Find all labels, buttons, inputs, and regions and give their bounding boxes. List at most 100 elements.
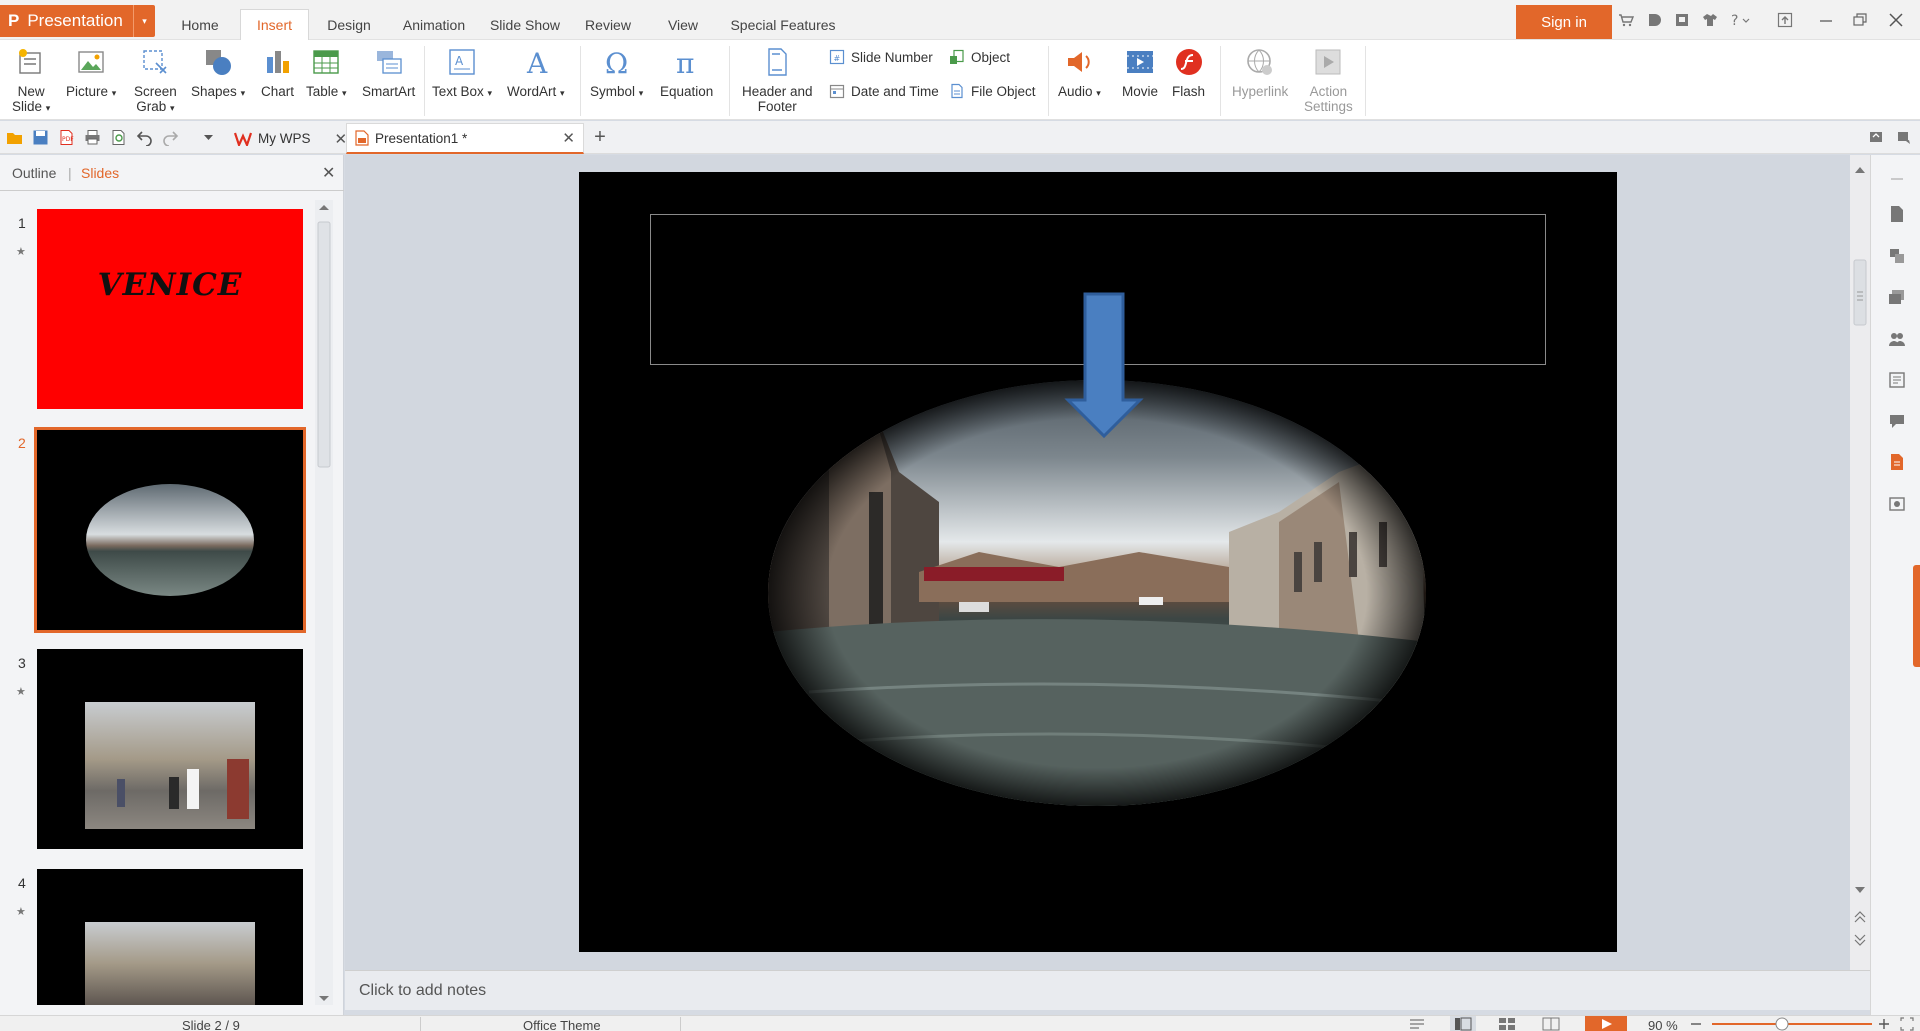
st-marks-basilica-photo (85, 922, 255, 1005)
file-object-button[interactable]: File Object (948, 83, 1036, 99)
redo-icon[interactable] (162, 129, 179, 146)
document-orange-icon[interactable] (1888, 453, 1906, 471)
symbol-button[interactable]: Ω Symbol ▾ (590, 46, 643, 101)
play-slideshow-icon[interactable] (1585, 1016, 1627, 1031)
close-window-icon[interactable] (1888, 12, 1904, 28)
zoom-slider[interactable] (1712, 1016, 1872, 1031)
new-document-icon[interactable] (1888, 205, 1906, 223)
wordart-button[interactable]: A WordArt ▾ (507, 46, 565, 101)
ribbon-separator (1048, 46, 1049, 116)
print-preview-icon[interactable] (110, 129, 127, 146)
zoom-out-icon[interactable] (1690, 1016, 1702, 1031)
text-box-button[interactable]: A Text Box ▾ (432, 46, 492, 101)
date-time-button[interactable]: Date and Time (828, 83, 939, 99)
restore-icon[interactable] (1852, 12, 1868, 28)
svg-text:Ω: Ω (605, 47, 628, 77)
ribbon-toggle-icon[interactable] (1868, 129, 1885, 146)
picture-button[interactable]: Picture ▾ (66, 46, 116, 101)
save-icon[interactable] (32, 129, 49, 146)
help-icon[interactable]: ? (1730, 12, 1754, 28)
flash-button[interactable]: Flash (1172, 46, 1205, 99)
tab-review[interactable]: Review (576, 9, 640, 40)
screen-grab-button[interactable]: Screen Grab ▾ (134, 46, 177, 116)
editor-scrollbar[interactable] (1850, 155, 1870, 970)
smartart-button[interactable]: SmartArt (362, 46, 415, 99)
zoom-level[interactable]: 90 % (1648, 1018, 1678, 1031)
backup-icon[interactable] (1888, 495, 1906, 513)
hyperlink-button[interactable]: Hyperlink (1232, 46, 1288, 99)
close-presentation-tab-icon[interactable]: ✕ (562, 129, 575, 147)
notes-toggle-icon[interactable] (1408, 1017, 1426, 1031)
shirt-icon[interactable] (1702, 12, 1718, 28)
export-pdf-icon[interactable]: PDF (58, 129, 75, 146)
new-slide-icon (15, 46, 47, 78)
tab-slides[interactable]: Slides (81, 165, 119, 181)
open-folder-icon[interactable] (6, 129, 23, 146)
tab-animation[interactable]: Animation (394, 9, 474, 40)
header-footer-button[interactable]: Header and Footer (742, 46, 813, 114)
audio-button[interactable]: Audio ▾ (1058, 46, 1101, 101)
status-separator (420, 1017, 421, 1031)
properties-icon[interactable] (1888, 371, 1906, 389)
slides-pane-scrollbar[interactable] (315, 200, 333, 1005)
table-icon (310, 46, 342, 78)
fit-window-icon[interactable] (1900, 1016, 1914, 1031)
new-slide-button[interactable]: New Slide ▾ (12, 46, 50, 116)
app-menu-dropdown-icon[interactable]: ▾ (133, 5, 155, 37)
reading-view-icon[interactable] (1542, 1017, 1560, 1031)
object-icon (948, 49, 966, 65)
tab-special-features[interactable]: Special Features (726, 9, 840, 40)
object-button[interactable]: Object (948, 49, 1010, 65)
table-button[interactable]: Table ▾ (306, 46, 347, 101)
normal-view-icon[interactable] (1450, 1016, 1476, 1031)
skin-icon[interactable] (1646, 12, 1662, 28)
animation-star-icon: ★ (16, 686, 26, 698)
slide-thumbnail-3[interactable] (37, 649, 303, 849)
movie-button[interactable]: Movie (1122, 46, 1158, 99)
feedback-icon[interactable] (1674, 12, 1690, 28)
minus-icon[interactable] (1888, 170, 1906, 188)
tab-slide-show[interactable]: Slide Show (484, 9, 566, 40)
upload-icon[interactable] (1777, 12, 1793, 28)
close-pane-icon[interactable]: ✕ (322, 163, 335, 183)
template-icon[interactable] (1888, 247, 1906, 265)
slide-thumbnail-4[interactable] (37, 869, 303, 1005)
slide-sorter-icon[interactable] (1498, 1017, 1516, 1031)
zoom-in-icon[interactable] (1878, 1016, 1890, 1031)
movie-icon (1124, 46, 1156, 78)
tab-my-wps[interactable]: My WPS ✕ (228, 123, 353, 154)
customize-toolbar-icon[interactable] (200, 129, 217, 146)
users-icon[interactable] (1888, 330, 1906, 348)
cart-icon[interactable] (1618, 12, 1634, 28)
slide-thumbnail-2[interactable] (34, 427, 306, 633)
slide-editor (345, 155, 1850, 970)
tab-insert[interactable]: Insert (240, 9, 309, 40)
undo-icon[interactable] (136, 129, 153, 146)
add-tab-icon[interactable]: + (590, 126, 610, 148)
status-separator (680, 1017, 681, 1031)
tab-home[interactable]: Home (170, 9, 230, 40)
options-icon[interactable] (1896, 129, 1913, 146)
tab-view[interactable]: View (652, 9, 714, 40)
hyperlink-icon (1244, 46, 1276, 78)
shapes-button[interactable]: Shapes ▾ (191, 46, 245, 101)
action-settings-button[interactable]: Action Settings (1304, 46, 1353, 114)
tab-presentation1[interactable]: Presentation1 * ✕ (346, 123, 584, 154)
slide-number-button[interactable]: # Slide Number (828, 49, 933, 65)
app-menu-button[interactable]: P Presentation ▾ (0, 5, 155, 37)
chart-button[interactable]: Chart (261, 46, 294, 99)
minimize-icon[interactable] (1818, 12, 1834, 28)
comment-icon[interactable] (1888, 412, 1906, 430)
slide-thumbnail-1[interactable]: VENICE (37, 209, 303, 409)
side-panel-handle[interactable] (1913, 565, 1920, 667)
notes-area[interactable]: Click to add notes (345, 970, 1870, 1010)
tab-design[interactable]: Design (318, 9, 380, 40)
svg-text:π: π (676, 47, 694, 77)
sign-in-button[interactable]: Sign in (1516, 5, 1612, 39)
equation-button[interactable]: π Equation (660, 46, 713, 99)
tab-outline[interactable]: Outline (12, 165, 56, 181)
slides-layout-icon[interactable] (1888, 288, 1906, 306)
venice-canal-image[interactable] (579, 172, 1617, 952)
slide-canvas[interactable] (579, 172, 1617, 952)
print-icon[interactable] (84, 129, 101, 146)
